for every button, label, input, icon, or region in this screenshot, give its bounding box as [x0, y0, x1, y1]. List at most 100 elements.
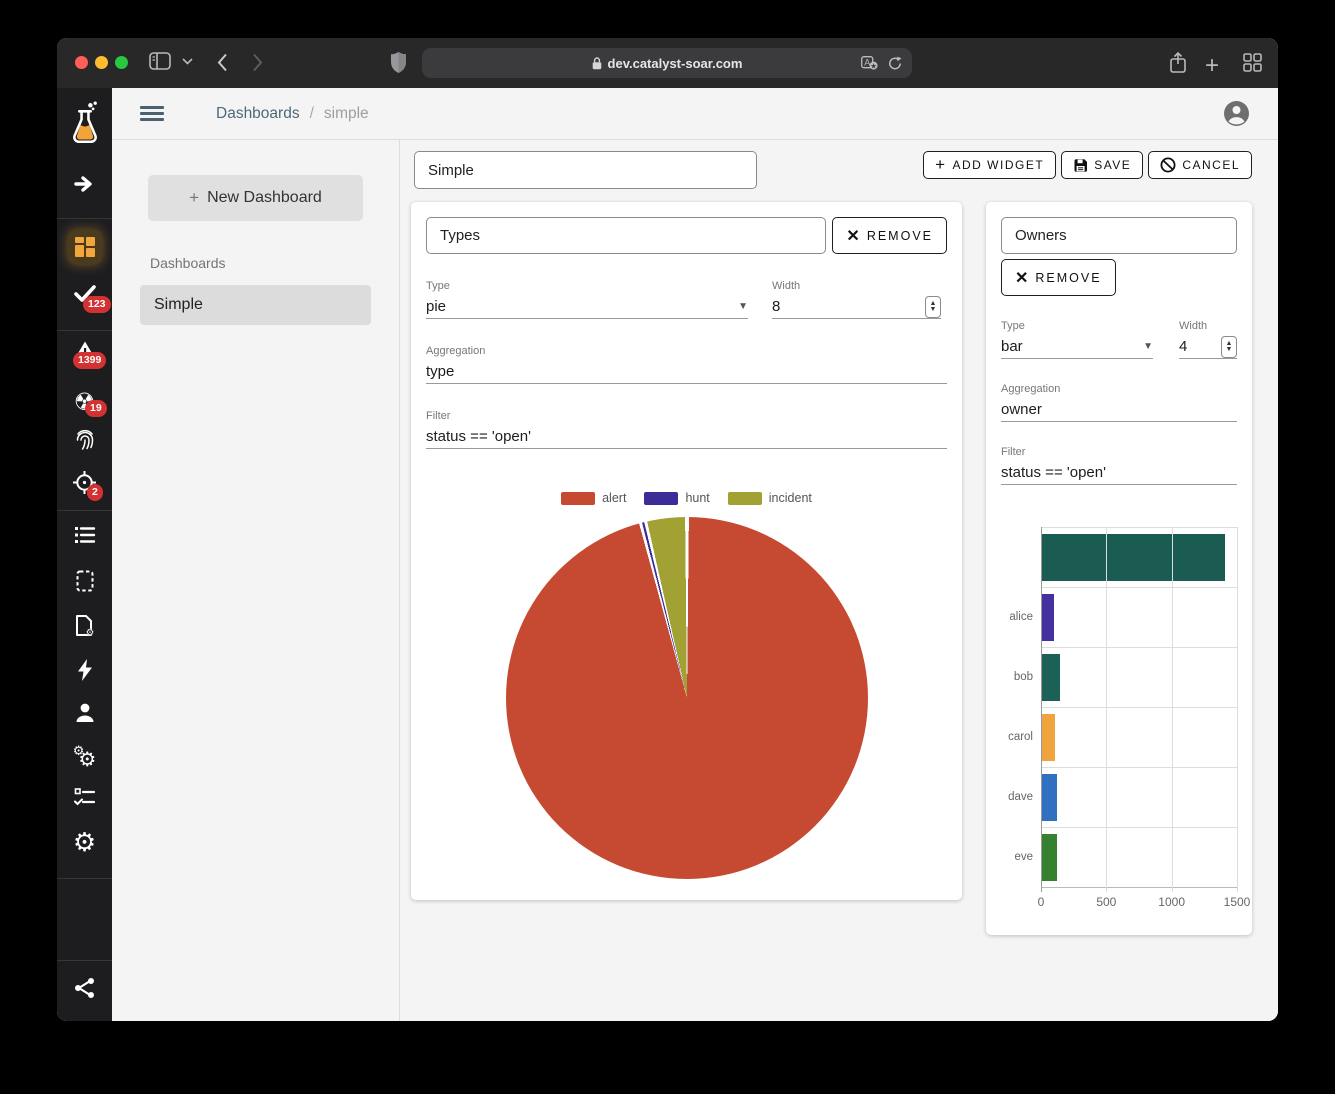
cancel-icon [1160, 157, 1176, 173]
add-widget-button[interactable]: + ADD WIDGET [923, 151, 1056, 179]
settings-gear-icon[interactable]: ⚙ [57, 830, 112, 856]
x-tick-label: 0 [1038, 895, 1045, 909]
type-select[interactable]: Type pie▼ [426, 280, 748, 319]
bar-category-label: carol [1008, 731, 1033, 743]
chevron-down-icon: ▼ [1143, 341, 1153, 352]
share-icon[interactable] [1169, 51, 1187, 75]
zoom-window-button[interactable] [115, 56, 128, 69]
tasks-badge: 123 [83, 296, 111, 313]
remove-widget-button[interactable]: ✕ REMOVE [832, 217, 947, 254]
bar-ylabels: alicebobcaroldaveeve [1001, 527, 1041, 888]
shield-icon[interactable] [390, 51, 407, 74]
type-select[interactable]: Type bar▼ [1001, 320, 1153, 359]
dashboard-title-input[interactable] [414, 151, 757, 189]
browser-window: dev.catalyst-soar.com A★ + [57, 38, 1278, 1021]
width-field[interactable]: Width 4 ▲▼ [1179, 320, 1237, 359]
widget-name-input[interactable] [1001, 217, 1237, 254]
x-tick-label: 1000 [1158, 895, 1185, 909]
bar [1041, 534, 1225, 581]
new-tab-icon[interactable]: + [1205, 52, 1219, 80]
address-bar[interactable]: dev.catalyst-soar.com A★ [422, 48, 912, 78]
number-stepper[interactable]: ▲▼ [925, 296, 941, 318]
x-tick-label: 1500 [1224, 895, 1251, 909]
legend-swatch [728, 492, 762, 505]
breadcrumb-dashboards[interactable]: Dashboards [216, 105, 300, 123]
account-avatar[interactable] [1223, 100, 1250, 127]
filter-field[interactable]: Filter status == 'open' [426, 410, 947, 449]
fingerprint-icon[interactable] [57, 428, 112, 452]
menu-icon[interactable] [140, 102, 164, 124]
checklist-icon[interactable] [57, 788, 112, 808]
list-icon[interactable] [57, 526, 112, 544]
alerts-badge: 1399 [73, 352, 106, 369]
new-dashboard-button[interactable]: + New Dashboard [148, 175, 363, 221]
file-gear-icon[interactable]: ⚙ [57, 614, 112, 637]
translate-icon[interactable]: A★ [861, 56, 878, 70]
bar-row [1041, 767, 1237, 827]
breadcrumb: Dashboards / simple [216, 105, 369, 123]
hunts-crosshair-icon[interactable] [57, 470, 112, 495]
legend-item[interactable]: alert [561, 491, 626, 505]
legend-label: incident [769, 491, 812, 505]
legend-item[interactable]: incident [728, 491, 812, 505]
arrow-right-icon[interactable] [57, 176, 112, 192]
number-stepper[interactable]: ▲▼ [1221, 336, 1237, 358]
widget-card-types: ✕ REMOVE Type pie▼ Width 8 [411, 202, 962, 900]
bar-xaxis: 050010001500 [1041, 888, 1237, 914]
bar-chart: alicebobcaroldaveeve [1001, 527, 1237, 888]
dashboards-icon[interactable] [57, 230, 112, 264]
bar-category-label: dave [1008, 791, 1033, 803]
gridline [1106, 527, 1107, 892]
page-header: Dashboards / simple [112, 88, 1278, 140]
legend-label: alert [602, 491, 626, 505]
editor-actions: + ADD WIDGET SAVE CANCEL [923, 151, 1252, 179]
bar-row [1041, 587, 1237, 647]
bar-row [1041, 647, 1237, 707]
minimize-window-button[interactable] [95, 56, 108, 69]
gridline [1041, 527, 1042, 892]
chevron-down-icon[interactable] [182, 58, 193, 65]
lock-icon [592, 57, 602, 70]
bar [1041, 774, 1057, 821]
close-window-button[interactable] [75, 56, 88, 69]
gridline [1172, 527, 1173, 892]
aggregation-field[interactable]: Aggregation owner [1001, 383, 1237, 422]
plus-icon: + [935, 155, 946, 175]
save-button[interactable]: SAVE [1061, 151, 1143, 179]
legend-swatch [644, 492, 678, 505]
chevron-down-icon: ▼ [738, 301, 748, 312]
remove-widget-button[interactable]: ✕ REMOVE [1001, 259, 1116, 296]
user-icon[interactable] [57, 702, 112, 724]
svg-text:⚙: ⚙ [85, 627, 94, 637]
bar [1041, 654, 1060, 701]
incidents-badge: 19 [85, 400, 107, 417]
back-icon[interactable] [217, 53, 228, 72]
pie-chart [506, 517, 868, 879]
bar-category-label: bob [1014, 671, 1033, 683]
widget-name-input[interactable] [426, 217, 826, 254]
svg-text:★: ★ [870, 61, 877, 70]
flask-logo[interactable] [57, 100, 112, 146]
automation-gears-icon[interactable]: ⚙⚙ [57, 744, 112, 768]
lightning-icon[interactable] [57, 658, 112, 682]
share-nodes-icon[interactable] [57, 976, 112, 1000]
reload-icon[interactable] [888, 56, 902, 71]
filter-field[interactable]: Filter status == 'open' [1001, 446, 1237, 485]
sidebar-item-simple[interactable]: Simple [140, 285, 371, 325]
x-tick-label: 500 [1096, 895, 1116, 909]
bar-row [1041, 827, 1237, 887]
legend-label: hunt [685, 491, 709, 505]
plus-icon: + [189, 188, 199, 208]
bar-plot [1041, 527, 1237, 888]
cancel-button[interactable]: CANCEL [1148, 151, 1252, 179]
app-sidebar: 123 1399 ☢ 19 2 ⚙ [57, 88, 112, 1021]
width-field[interactable]: Width 8 ▲▼ [772, 280, 941, 319]
sidebar-toggle-icon[interactable] [149, 52, 171, 70]
legend-item[interactable]: hunt [644, 491, 709, 505]
save-icon [1073, 158, 1088, 173]
tab-overview-icon[interactable] [1243, 53, 1262, 72]
dashed-file-icon[interactable] [57, 570, 112, 592]
forward-icon[interactable] [252, 53, 263, 72]
legend-swatch [561, 492, 595, 505]
aggregation-field[interactable]: Aggregation type [426, 345, 947, 384]
